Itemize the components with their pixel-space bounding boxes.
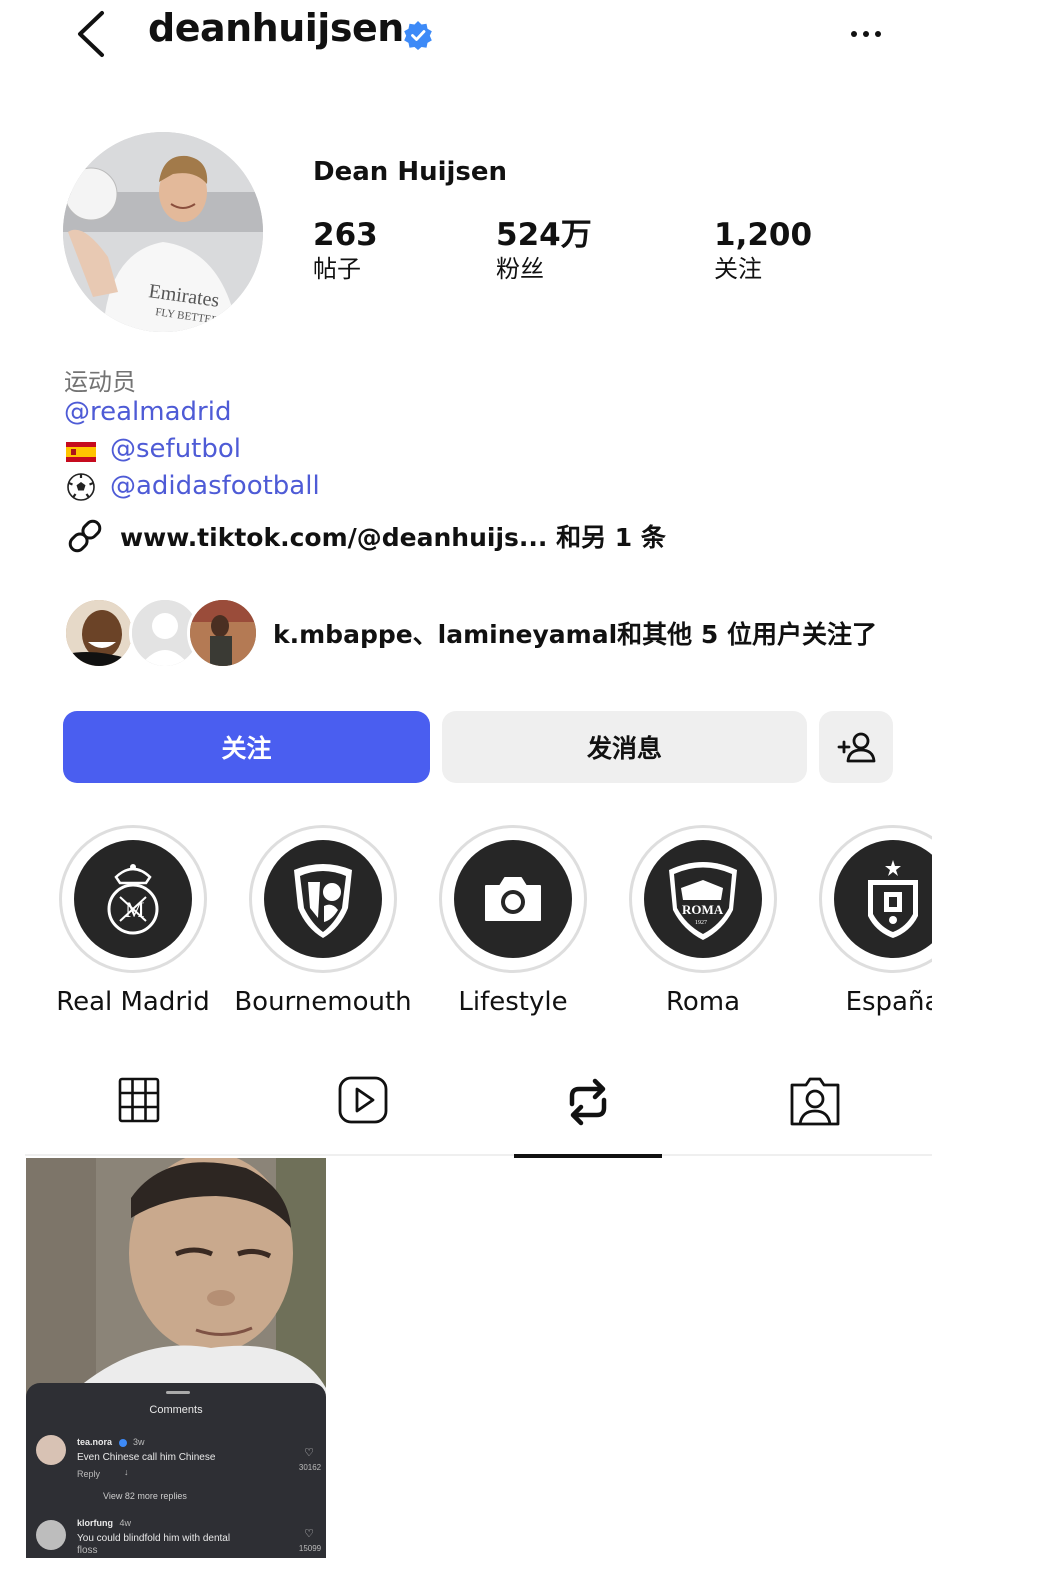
mutual-followers[interactable]: k.mbappe、lamineyamal和其他 5 位用户关注了 xyxy=(63,597,963,671)
highlight-label: Lifestyle xyxy=(458,987,568,1017)
chevron-left-icon xyxy=(78,11,104,57)
camera-icon xyxy=(485,877,541,921)
external-link[interactable]: www.tiktok.com/@deanhuijs... 和另 1 条 xyxy=(64,515,666,557)
stat-following[interactable]: 1,200 关注 xyxy=(714,216,812,284)
highlight-ring xyxy=(249,825,397,973)
highlight-label: Bournemouth xyxy=(234,987,412,1017)
bio-link-realmadrid[interactable]: @realmadrid xyxy=(64,397,231,427)
mutual-avatar-lamineyamal xyxy=(187,597,259,669)
more-dot xyxy=(875,31,881,37)
reposts-icon xyxy=(569,1078,607,1126)
external-link-text: www.tiktok.com/@deanhuijs... 和另 1 条 xyxy=(120,523,666,552)
highlight-ring xyxy=(819,825,932,973)
tagged-icon xyxy=(790,1077,840,1126)
comment-text: You could blindfold him with dental xyxy=(77,1533,231,1544)
bio-link-sefutbol[interactable]: @sefutbol xyxy=(110,434,241,464)
heart-icon[interactable]: ♡ xyxy=(296,1527,322,1540)
highlight-roma[interactable]: ROMA 1927 Roma xyxy=(608,825,798,1017)
profile-avatar[interactable]: Emirates FLY BETTER xyxy=(63,132,263,332)
stat-followers-value: 524万 xyxy=(496,217,592,253)
highlight-bournemouth[interactable]: Bournemouth xyxy=(228,825,418,1017)
comment-username: tea.nora 3w xyxy=(77,1437,145,1447)
comment-username-text: tea.nora xyxy=(77,1437,113,1447)
mutual-avatar-mbappe xyxy=(63,597,135,669)
bournemouth-crest-icon xyxy=(294,864,352,938)
stat-following-label: 关注 xyxy=(714,255,762,283)
stat-posts-label: 帖子 xyxy=(313,255,361,283)
drag-handle xyxy=(166,1391,190,1394)
comment-text: Even Chinese call him Chinese xyxy=(77,1452,216,1463)
stat-posts[interactable]: 263 帖子 xyxy=(313,216,378,284)
highlight-ring xyxy=(439,825,587,973)
real-madrid-crest-icon: M xyxy=(107,864,159,935)
tab-tagged[interactable] xyxy=(741,1074,889,1156)
highlight-espana[interactable]: España xyxy=(798,825,932,1017)
roma-crest-icon: ROMA 1927 xyxy=(669,862,737,940)
reply-link[interactable]: Reply xyxy=(77,1469,100,1479)
highlight-cover xyxy=(264,840,382,958)
highlight-ring: M xyxy=(59,825,207,973)
tab-reposts[interactable] xyxy=(514,1074,662,1158)
commenter-avatar xyxy=(36,1520,66,1550)
comment-username-text: klorfung xyxy=(77,1518,113,1528)
profile-tabs xyxy=(25,1060,932,1158)
profile-full-name: Dean Huijsen xyxy=(313,157,508,187)
profile-photo: Emirates FLY BETTER xyxy=(63,132,263,332)
more-dot xyxy=(863,31,869,37)
tab-reels[interactable] xyxy=(289,1074,437,1156)
highlight-label: España xyxy=(845,987,932,1017)
highlight-lifestyle[interactable]: Lifestyle xyxy=(418,825,608,1017)
highlight-label: Roma xyxy=(665,987,741,1017)
more-horizontal-icon xyxy=(851,31,857,37)
comments-title: Comments xyxy=(149,1404,203,1416)
add-person-icon xyxy=(837,732,876,763)
mutual-followers-text: k.mbappe、lamineyamal和其他 5 位用户关注了 xyxy=(273,620,877,649)
verified-badge-icon xyxy=(118,1438,127,1447)
heart-icon[interactable]: ♡ xyxy=(296,1446,322,1459)
svg-text:M: M xyxy=(125,897,145,922)
grid-icon xyxy=(118,1077,160,1123)
highlight-cover xyxy=(834,840,932,958)
tab-posts-grid[interactable] xyxy=(65,1074,213,1156)
message-button[interactable]: 发消息 xyxy=(442,711,807,783)
spain-flag-icon xyxy=(66,442,96,462)
more-options-button[interactable] xyxy=(840,14,892,54)
spain-crest-icon xyxy=(868,860,918,938)
stat-following-value: 1,200 xyxy=(714,217,813,253)
link-icon xyxy=(68,519,102,553)
comment-username: klorfung 4w xyxy=(77,1518,131,1528)
post-thumbnail[interactable]: Comments tea.nora 3w Even Chinese call h… xyxy=(26,1158,326,1558)
highlight-cover: ROMA 1927 xyxy=(644,840,762,958)
translate-icon: ↓ xyxy=(124,1467,129,1477)
comment-time: 4w xyxy=(119,1518,132,1528)
bio-link-adidasfootball[interactable]: @adidasfootball xyxy=(110,471,320,501)
highlight-ring: ROMA 1927 xyxy=(629,825,777,973)
comment-time: 3w xyxy=(133,1437,145,1447)
comments-overlay: Comments tea.nora 3w Even Chinese call h… xyxy=(26,1383,326,1558)
like-count: 30162 xyxy=(298,1463,322,1472)
story-highlights: M Real Madrid Bournemouth Lifestyle ROMA… xyxy=(0,825,932,1025)
stat-followers[interactable]: 524万 粉丝 xyxy=(496,216,592,284)
view-more-replies[interactable]: View 82 more replies xyxy=(103,1491,187,1501)
comment-text-more: floss xyxy=(77,1545,98,1556)
highlight-real-madrid[interactable]: M Real Madrid xyxy=(38,825,228,1017)
commenter-avatar xyxy=(36,1435,66,1465)
reels-icon xyxy=(338,1076,388,1124)
top-bar: deanhuijsen xyxy=(0,0,1042,70)
highlight-label: Real Madrid xyxy=(56,987,210,1017)
follow-button[interactable]: 关注 xyxy=(63,711,430,783)
soccer-ball-icon xyxy=(67,473,95,501)
suggested-users-button[interactable] xyxy=(819,711,893,783)
like-count: 15099 xyxy=(298,1544,322,1553)
svg-text:ROMA: ROMA xyxy=(682,902,724,917)
back-button[interactable] xyxy=(70,8,112,60)
profile-category: 运动员 xyxy=(64,368,136,396)
highlight-cover xyxy=(454,840,572,958)
stat-followers-label: 粉丝 xyxy=(496,255,544,283)
highlight-cover: M xyxy=(74,840,192,958)
svg-text:1927: 1927 xyxy=(695,920,707,926)
profile-username: deanhuijsen xyxy=(148,6,404,50)
verified-badge-icon xyxy=(404,21,432,50)
stat-posts-value: 263 xyxy=(313,217,378,253)
